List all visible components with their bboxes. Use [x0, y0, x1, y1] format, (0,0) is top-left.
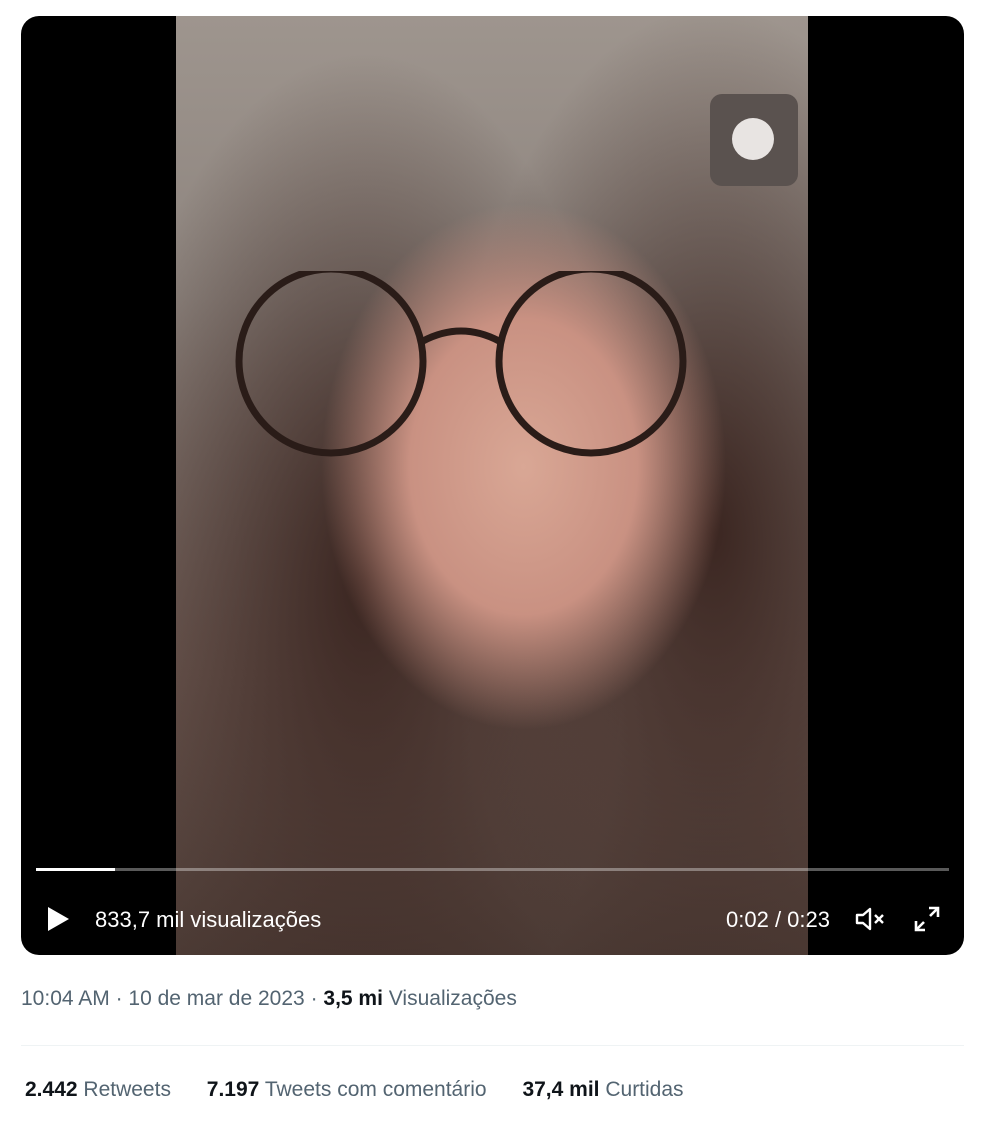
background-light [710, 94, 798, 186]
play-button[interactable] [43, 904, 73, 934]
glasses-detail [235, 271, 687, 457]
play-icon [48, 907, 69, 931]
video-controls: 833,7 mil visualizações 0:02 / 0:23 [21, 886, 964, 954]
quote-tweets-stat[interactable]: 7.197 Tweets com comentário [207, 1078, 487, 1102]
meta-separator: · [115, 987, 123, 1010]
likes-label: Curtidas [605, 1078, 684, 1101]
meta-separator: · [310, 987, 318, 1010]
likes-count: 37,4 mil [522, 1078, 600, 1101]
tweet-date[interactable]: 10 de mar de 2023 [128, 987, 304, 1010]
video-player[interactable]: 833,7 mil visualizações 0:02 / 0:23 [21, 16, 964, 955]
tweet-views-label: Visualizações [388, 987, 517, 1010]
tweet-views-count: 3,5 mi [323, 987, 383, 1010]
mute-button[interactable] [854, 904, 886, 934]
retweets-stat[interactable]: 2.442 Retweets [25, 1078, 171, 1102]
quote-tweets-count: 7.197 [206, 1078, 260, 1101]
divider [21, 1045, 964, 1046]
video-views-overlay: 833,7 mil visualizações [95, 907, 322, 932]
progress-bar[interactable] [36, 868, 949, 871]
tweet-meta: 10:04 AM · 10 de mar de 2023 · 3,5 mi Vi… [21, 987, 517, 1011]
tweet-time[interactable]: 10:04 AM [21, 987, 110, 1010]
fullscreen-icon [914, 906, 940, 932]
fullscreen-button[interactable] [912, 904, 942, 934]
retweets-count: 2.442 [25, 1078, 78, 1101]
engagement-stats: 2.442 Retweets 7.197 Tweets com comentár… [25, 1078, 714, 1102]
video-time: 0:02 / 0:23 [726, 907, 830, 932]
volume-muted-icon [855, 907, 884, 931]
progress-fill [36, 868, 116, 871]
likes-stat[interactable]: 37,4 mil Curtidas [522, 1078, 683, 1102]
quote-tweets-label: Tweets com comentário [264, 1078, 487, 1101]
retweets-label: Retweets [83, 1078, 171, 1101]
video-frame[interactable] [176, 16, 808, 955]
